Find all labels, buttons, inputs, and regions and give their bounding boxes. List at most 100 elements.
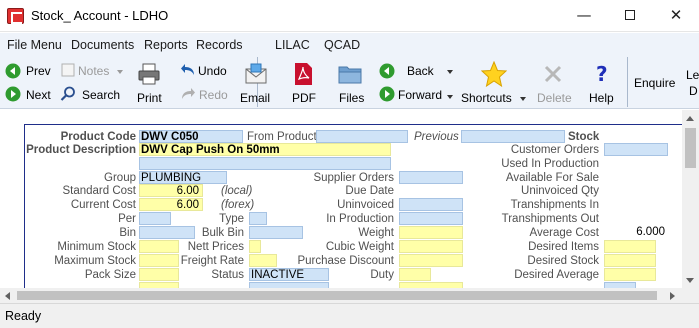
weight-field[interactable] — [399, 226, 463, 239]
nett-prices-field[interactable] — [249, 240, 261, 253]
files-button[interactable]: Files — [339, 91, 364, 105]
notes-icon — [61, 63, 75, 80]
menu-lilac[interactable]: LILAC — [275, 38, 310, 52]
scroll-right-icon[interactable] — [670, 292, 675, 300]
from-product-field[interactable] — [316, 130, 408, 143]
minimum-stock-label: Minimum Stock — [57, 241, 136, 253]
email-button[interactable]: Email — [240, 91, 270, 105]
desired-stock-field[interactable] — [604, 254, 656, 267]
delete-button[interactable]: Delete — [537, 91, 572, 105]
help-button[interactable]: Help — [589, 91, 614, 105]
type-field[interactable] — [249, 212, 267, 225]
cubic-weight-field[interactable] — [399, 240, 463, 253]
customer-orders-field[interactable] — [604, 143, 668, 156]
redo-button[interactable]: Redo — [199, 88, 228, 102]
duty-field[interactable] — [399, 268, 431, 281]
status-field[interactable]: INACTIVE — [249, 268, 329, 281]
back-button[interactable]: Back — [407, 64, 434, 78]
prev-button[interactable]: Prev — [26, 64, 51, 78]
used-in-production-label: Used In Production — [501, 158, 599, 170]
bin-field[interactable] — [139, 226, 195, 239]
search-button[interactable]: Search — [82, 88, 120, 102]
previous-label: Previous — [414, 131, 459, 143]
minimum-stock-field[interactable] — [139, 240, 179, 253]
vertical-scrollbar[interactable] — [682, 110, 699, 288]
per-field[interactable] — [139, 212, 171, 225]
pdf-icon — [293, 62, 313, 89]
freight-rate-label: Freight Rate — [180, 255, 244, 267]
pack-size-field[interactable] — [139, 268, 179, 281]
cubic-weight-label: Cubic Weight — [325, 241, 394, 253]
type-label: Type — [219, 213, 244, 225]
menu-file[interactable]: File Menu — [7, 38, 62, 52]
current-cost-field[interactable]: 6.00 — [139, 198, 203, 211]
overflow-button-label[interactable]: D — [689, 84, 698, 98]
overflow-button-label[interactable]: Le — [686, 68, 699, 82]
shortcuts-button[interactable]: Shortcuts — [461, 91, 512, 105]
scroll-left-icon[interactable] — [5, 292, 10, 300]
average-cost-label: Average Cost — [529, 227, 599, 239]
purchase-discount-field[interactable] — [399, 254, 463, 267]
undo-button[interactable]: Undo — [198, 64, 227, 78]
desired-average-field[interactable] — [604, 268, 656, 281]
next-button[interactable]: Next — [26, 88, 51, 102]
shortcuts-dropdown-icon[interactable] — [520, 97, 526, 101]
previous-field[interactable] — [461, 130, 565, 143]
average-cost-value: 6.000 — [636, 226, 665, 238]
product-code-field[interactable]: DWV C050 — [139, 130, 243, 143]
desired-average-label: Desired Average — [514, 269, 599, 281]
close-button[interactable]: ✕ — [653, 0, 699, 32]
desired-items-field[interactable] — [604, 240, 656, 253]
minimize-button[interactable]: — — [561, 0, 607, 32]
group-field[interactable]: PLUMBING — [139, 171, 227, 184]
menu-documents[interactable]: Documents — [71, 38, 134, 52]
forward-button[interactable]: Forward — [398, 88, 442, 102]
menu-records[interactable]: Records — [196, 38, 243, 52]
product-description-label: Product Description — [26, 144, 136, 156]
printer-icon — [137, 62, 161, 89]
vertical-scroll-thumb[interactable] — [685, 128, 696, 168]
description-line-2-field[interactable] — [139, 157, 391, 170]
desired-stock-label: Desired Stock — [527, 255, 599, 267]
bulk-bin-field[interactable] — [249, 226, 303, 239]
available-for-sale-label: Available For Sale — [505, 172, 599, 184]
customer-orders-label: Customer Orders — [510, 144, 599, 156]
horizontal-scroll-thumb[interactable] — [17, 291, 657, 300]
freight-rate-field[interactable] — [249, 254, 277, 267]
nett-prices-label: Nett Prices — [187, 241, 244, 253]
current-cost-label: Current Cost — [70, 199, 136, 211]
supplier-orders-field[interactable] — [399, 171, 463, 184]
scroll-up-icon[interactable] — [686, 116, 694, 121]
status-text: Ready — [5, 309, 42, 323]
maximize-button[interactable] — [607, 0, 653, 32]
forward-dropdown-icon[interactable] — [447, 95, 453, 99]
help-icon: ? — [595, 62, 611, 89]
toolbar-divider — [627, 57, 628, 107]
product-description-field[interactable]: DWV Cap Push On 50mm — [139, 143, 391, 156]
current-cost-note: (forex) — [221, 199, 255, 211]
horizontal-scrollbar[interactable] — [0, 288, 682, 303]
print-button[interactable]: Print — [137, 91, 162, 105]
forward-arrow-icon — [379, 86, 395, 105]
menu-bar: File Menu Documents Reports Records LILA… — [0, 33, 699, 57]
back-arrow-icon — [379, 63, 395, 82]
form-area: Product Code DWV C050 From Product Previ… — [0, 110, 682, 288]
notes-dropdown-icon[interactable] — [117, 70, 123, 74]
in-production-field[interactable] — [399, 212, 463, 225]
pdf-button[interactable]: PDF — [292, 91, 316, 105]
uninvoiced-field[interactable] — [399, 198, 463, 211]
enquire-button[interactable]: Enquire — [634, 76, 675, 90]
redo-icon — [180, 87, 196, 104]
menu-reports[interactable]: Reports — [144, 38, 188, 52]
folder-icon — [338, 64, 362, 87]
delete-icon — [543, 64, 563, 87]
menu-qcad[interactable]: QCAD — [324, 38, 360, 52]
standard-cost-note: (local) — [221, 185, 253, 197]
standard-cost-field[interactable]: 6.00 — [139, 184, 203, 197]
notes-button[interactable]: Notes — [78, 64, 109, 78]
star-icon — [480, 60, 508, 90]
back-dropdown-icon[interactable] — [447, 70, 453, 74]
maximum-stock-field[interactable] — [139, 254, 179, 267]
from-product-label: From Product — [247, 131, 317, 143]
scroll-down-icon[interactable] — [686, 278, 694, 283]
